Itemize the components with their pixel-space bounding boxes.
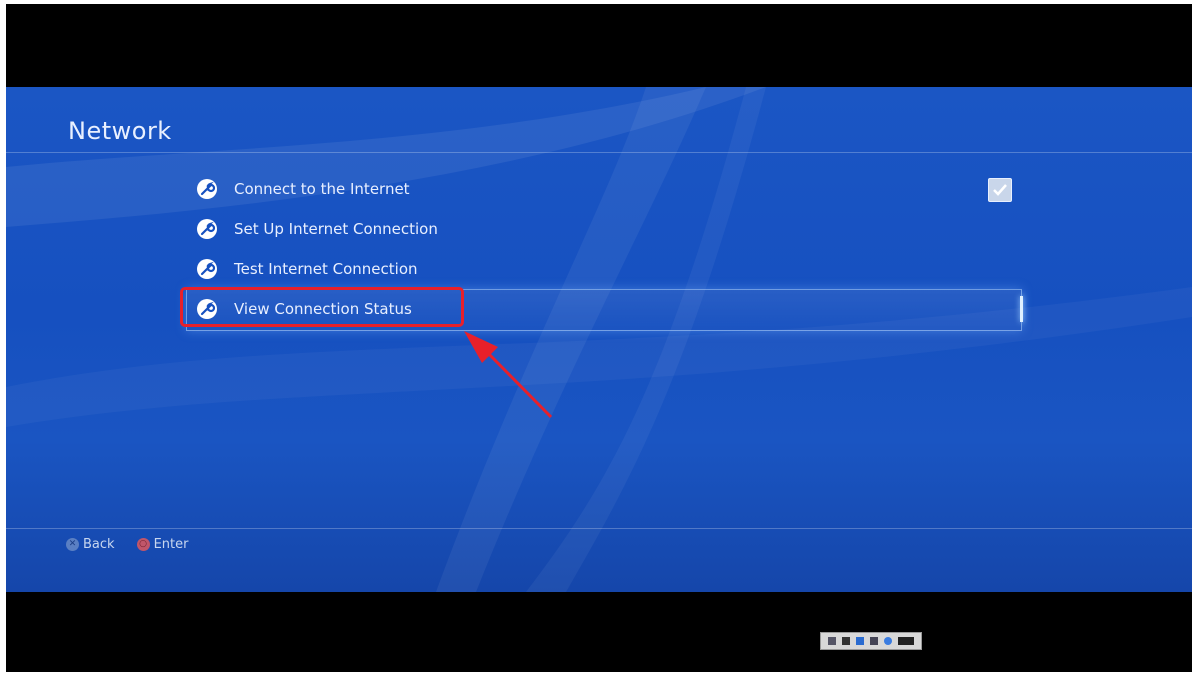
- menu-item-label: Connect to the Internet: [234, 180, 410, 198]
- annotation-arrow-icon: [464, 331, 553, 419]
- tray-icon: [856, 637, 864, 645]
- enter-label: Enter: [153, 537, 189, 552]
- video-frame: Network Connect to the Internet Set Up I…: [6, 4, 1192, 672]
- annotation-highlight-box: [180, 287, 464, 327]
- wrench-icon: [197, 259, 217, 279]
- menu-item-connect-to-internet[interactable]: Connect to the Internet: [192, 169, 1022, 209]
- page-title: Network: [68, 117, 172, 145]
- circle-button-icon: ○: [136, 538, 150, 551]
- enter-button[interactable]: ○ Enter: [136, 537, 189, 552]
- system-tray[interactable]: [820, 632, 922, 650]
- menu-item-label: Set Up Internet Connection: [234, 220, 438, 238]
- header-divider: [6, 152, 1192, 153]
- wrench-icon: [197, 219, 217, 239]
- tray-icon: [828, 637, 836, 645]
- tray-icon: [870, 637, 878, 645]
- back-label: Back: [83, 537, 115, 552]
- background-waves: [6, 87, 1192, 592]
- menu-item-set-up-internet-connection[interactable]: Set Up Internet Connection: [192, 209, 1022, 249]
- menu-item-test-internet-connection[interactable]: Test Internet Connection: [192, 249, 1022, 289]
- tray-icon: [842, 637, 850, 645]
- checkbox-checked-icon[interactable]: [988, 178, 1012, 202]
- wrench-icon: [197, 179, 217, 199]
- tray-icon: [884, 637, 892, 645]
- back-button[interactable]: ✕ Back: [66, 537, 115, 552]
- button-guide: ✕ Back ○ Enter: [66, 537, 210, 552]
- tray-clock: [898, 637, 914, 645]
- menu-item-label: Test Internet Connection: [234, 260, 418, 278]
- ps4-network-screen: Network Connect to the Internet Set Up I…: [6, 87, 1192, 592]
- footer-divider: [6, 528, 1192, 529]
- cross-button-icon: ✕: [66, 538, 79, 551]
